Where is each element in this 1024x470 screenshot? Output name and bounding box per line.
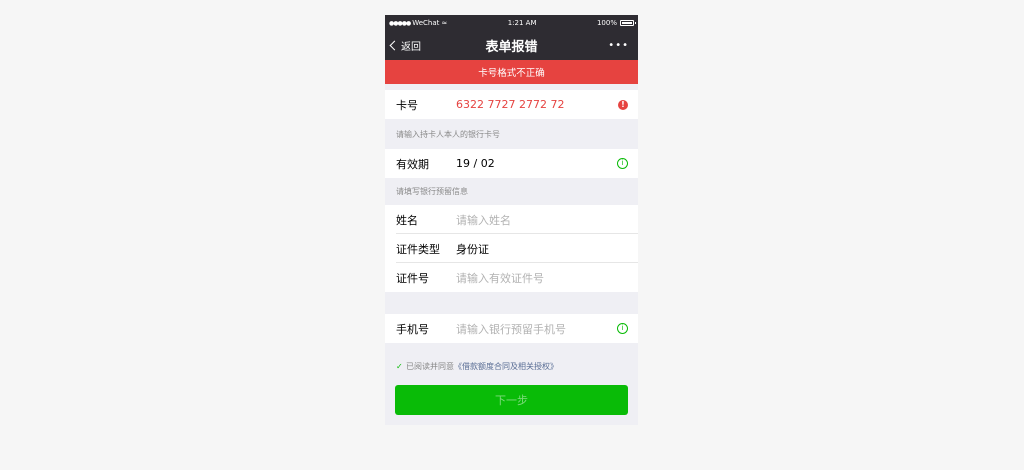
check-icon[interactable]: ✓ — [396, 362, 403, 370]
agreement-link[interactable]: 《借款额度合同及相关授权》 — [454, 361, 558, 372]
phone-field[interactable]: 手机号 请输入银行预留手机号 i — [385, 314, 638, 343]
id-number-input[interactable]: 请输入有效证件号 — [456, 270, 628, 286]
error-banner: 卡号格式不正确 — [385, 60, 638, 84]
id-type-value[interactable]: 身份证 — [456, 241, 628, 257]
status-time: 1:21 AM — [507, 19, 537, 27]
name-field[interactable]: 姓名 请输入姓名 — [385, 205, 638, 234]
id-type-label: 证件类型 — [396, 242, 440, 256]
info-icon[interactable]: i — [617, 323, 628, 334]
id-number-label: 证件号 — [396, 271, 429, 285]
carrier-name: WeChat — [412, 19, 440, 27]
expiry-label: 有效期 — [396, 157, 429, 171]
agreement-text: 已阅读并同意 — [406, 361, 454, 371]
agreement-row: ✓ 已阅读并同意 《借款额度合同及相关授权》 — [385, 343, 638, 389]
page-title: 表单报错 — [485, 40, 538, 55]
id-number-field[interactable]: 证件号 请输入有效证件号 — [385, 263, 638, 292]
back-button[interactable]: 返回 — [389, 38, 421, 53]
card-hint: 请输入持卡人本人的银行卡号 — [396, 129, 500, 139]
card-number-field[interactable]: 卡号 6322 7727 2772 72 ! — [385, 90, 638, 119]
info-icon[interactable]: i — [617, 158, 628, 169]
phone-label: 手机号 — [396, 322, 429, 336]
chevron-left-icon — [389, 40, 400, 51]
nav-bar: 返回 表单报错 ••• — [385, 31, 638, 60]
wifi-icon: ≈ — [441, 19, 448, 27]
back-label: 返回 — [401, 42, 421, 53]
signal-icon: ●●●●● — [389, 19, 411, 27]
battery-percent: 100% — [596, 19, 617, 27]
expiry-value[interactable]: 19 / 02 — [456, 157, 617, 170]
status-bar: ●●●●● WeChat ≈ 1:21 AM 100% — [385, 15, 638, 31]
name-input[interactable]: 请输入姓名 — [456, 212, 628, 228]
id-type-field[interactable]: 证件类型 身份证 — [385, 234, 638, 263]
next-button[interactable]: 下一步 — [395, 385, 628, 415]
name-label: 姓名 — [396, 213, 418, 227]
more-icon[interactable]: ••• — [608, 40, 629, 51]
card-number-label: 卡号 — [396, 98, 418, 112]
phone-input[interactable]: 请输入银行预留手机号 — [456, 321, 617, 337]
error-icon: ! — [618, 99, 628, 110]
info-hint: 请填写银行预留信息 — [396, 187, 468, 196]
phone-screen: ●●●●● WeChat ≈ 1:21 AM 100% 返回 表单报错 ••• … — [385, 15, 638, 425]
expiry-field[interactable]: 有效期 19 / 02 i — [385, 149, 638, 178]
card-number-value[interactable]: 6322 7727 2772 72 — [456, 98, 618, 111]
battery-icon — [619, 20, 636, 26]
